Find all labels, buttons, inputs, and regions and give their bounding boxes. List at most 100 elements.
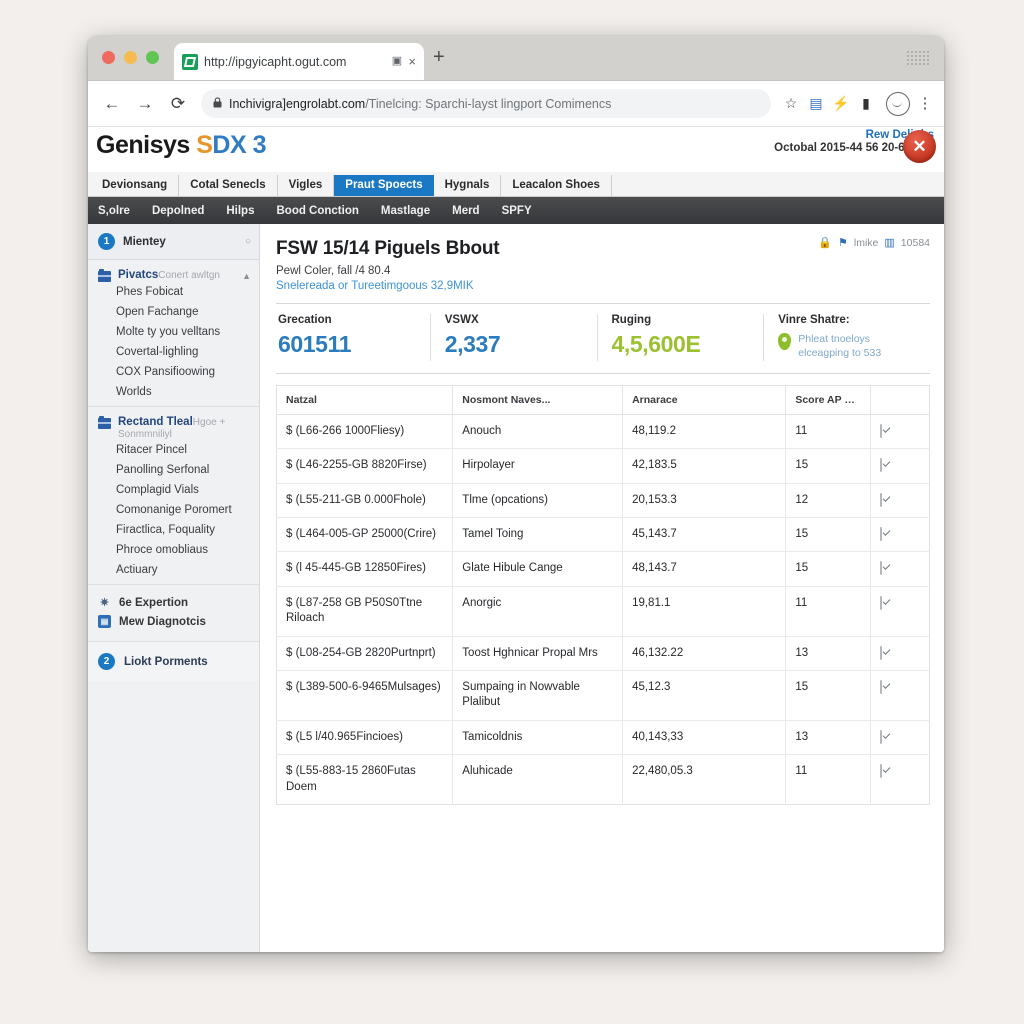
row-checkbox[interactable] [880, 645, 883, 660]
table-column-header[interactable]: Nosmont Naves... [452, 385, 624, 415]
subnav-item[interactable]: Merd [452, 205, 479, 217]
sidebar-item[interactable]: Ritacer Pincel [88, 440, 259, 460]
sidebar-group-header[interactable]: Rectand TlealHgoe + Sonmmniliyl [88, 416, 259, 440]
cell-checkbox[interactable] [870, 517, 930, 553]
sidebar-item[interactable]: Panolling Serfonal [88, 460, 259, 480]
primary-tab[interactable]: Leacalon Shoes [501, 175, 612, 196]
flash-icon[interactable]: ⚡ [830, 93, 852, 115]
table-row[interactable]: $ (l 45-445-GB 12850Fires) Glate Hibule C… [276, 551, 930, 587]
table-row[interactable]: $ (L389-500-6-9465Mulsages) Sumpaing in N… [276, 670, 930, 721]
table-column-header[interactable]: Arnarace [622, 385, 787, 415]
primary-tab[interactable]: Devionsang [91, 175, 180, 196]
browser-tab[interactable]: http://ipgyicapht.ogut.com ▣ × [174, 43, 424, 80]
briefcase-icon[interactable]: ▮ [855, 93, 877, 115]
cell-checkbox[interactable] [870, 720, 930, 756]
sidebar-item[interactable]: Comonanige Poromert [88, 500, 259, 520]
table-row[interactable]: $ (L46-2255-GB 8820Firse) Hirpolayer 42,18… [276, 448, 930, 484]
sidebar-item[interactable]: Molte ty you velltans [88, 322, 259, 342]
sidebar-item[interactable]: COX Pansifioowing [88, 362, 259, 382]
flag-icon[interactable]: ⚑ [838, 236, 848, 249]
subnav-item[interactable]: Mastlage [381, 205, 430, 217]
row-checkbox[interactable] [880, 729, 883, 744]
sidebar-item[interactable]: Phroce omobliaus [88, 540, 259, 560]
sidebar-item[interactable]: Phes Fobicat [88, 282, 259, 302]
cell-amount: 46,132.22 [622, 636, 787, 671]
reference-sub[interactable]: (Crire) [403, 528, 436, 540]
lock-icon[interactable]: 🔒 [818, 236, 832, 249]
cast-icon[interactable]: ▣ [390, 55, 403, 68]
row-checkbox[interactable] [880, 526, 883, 541]
sidebar-item[interactable]: Actiuary [88, 560, 259, 580]
primary-tab-active[interactable]: Praut Spoects [334, 175, 434, 196]
table-column-header[interactable] [870, 385, 930, 415]
row-checkbox[interactable] [880, 679, 883, 694]
cell-checkbox[interactable] [870, 551, 930, 587]
primary-tab[interactable]: Vigles [278, 175, 335, 196]
new-tab-button[interactable]: + [433, 47, 445, 67]
lock-icon [213, 96, 222, 111]
maximize-window-button[interactable] [146, 51, 159, 64]
sidebar-item[interactable]: Covertal-lighling [88, 342, 259, 362]
minimize-window-button[interactable] [124, 51, 137, 64]
profile-avatar[interactable] [886, 91, 910, 116]
app-logo[interactable]: Genisys SDX 3 [96, 131, 267, 160]
reload-button[interactable]: ⟳ [164, 90, 192, 118]
table-row[interactable]: $ (L55-211-GB 0.000Fhole) Tlme (opcations… [276, 483, 930, 518]
cell-checkbox[interactable] [870, 670, 930, 721]
sidebar-header[interactable]: 1 Mientey ○ [88, 224, 259, 260]
cell-checkbox[interactable] [870, 414, 930, 450]
address-bar[interactable]: Inchivigra]engrolabt.com/Tinelcing: Spar… [201, 89, 771, 118]
cell-checkbox[interactable] [871, 755, 930, 805]
calendar-icon[interactable]: ▥ [884, 236, 894, 249]
cell-checkbox[interactable] [870, 483, 930, 518]
subnav-item[interactable]: Hilps [226, 205, 254, 217]
cell-name: Hirpolayer [452, 448, 624, 484]
primary-tab[interactable]: Hygnals [434, 175, 502, 196]
table-row[interactable]: $ (L464-005-GP 25000(Crire) Tamel Toing 45… [276, 517, 930, 553]
sidebar-item[interactable]: Open Fachange [88, 302, 259, 322]
sidebar-group-header[interactable]: PivatcsConert awltgn ▲ [88, 269, 259, 282]
sidebar-item[interactable]: Complagid Vials [88, 480, 259, 500]
table-row[interactable]: $ (L66-266 1000Fliesy) Anouch 48,119.2 11 [276, 414, 930, 450]
browser-menu-button[interactable]: ⋮ [916, 96, 934, 111]
browser-window: http://ipgyicapht.ogut.com ▣ × + ← → ⟳ I… [88, 36, 944, 952]
chevron-up-icon[interactable]: ▲ [242, 271, 251, 281]
window-grip-icon[interactable] [906, 50, 930, 67]
sidebar-item-payments[interactable]: 2 Liokt Porments [88, 641, 259, 681]
reading-list-icon[interactable]: ▤ [805, 93, 827, 115]
cell-checkbox[interactable] [870, 586, 930, 637]
close-window-button[interactable] [102, 51, 115, 64]
sidebar-item[interactable]: Worlds [88, 382, 259, 402]
chevron-down-icon[interactable]: ○ [245, 236, 251, 247]
table-row[interactable]: $ (L87-258 GB P50S0Ttne Riloach Anorgic 19… [276, 586, 930, 637]
row-checkbox[interactable] [880, 492, 883, 507]
cell-score: 11 [785, 586, 872, 637]
subnav-item[interactable]: S,olre [98, 205, 130, 217]
close-icon[interactable]: × [408, 55, 416, 68]
primary-tab[interactable]: Cotal Senecls [179, 175, 278, 196]
app-body: 1 Mientey ○ PivatcsConert awltgn ▲ Phes Fo… [88, 224, 944, 952]
table-column-header[interactable]: Natzal [276, 385, 454, 415]
back-button[interactable]: ← [98, 90, 126, 118]
row-checkbox[interactable] [880, 595, 883, 610]
row-checkbox[interactable] [880, 764, 883, 779]
row-checkbox[interactable] [880, 458, 883, 473]
cell-checkbox[interactable] [870, 636, 930, 671]
page-sublink[interactable]: Snelereada or Tureetimgoous 32,9MIK [276, 280, 930, 292]
star-icon[interactable]: ☆ [780, 93, 802, 115]
row-checkbox[interactable] [880, 423, 883, 438]
table-row[interactable]: $ (L55-883-15 2860Futas Doem Aluhicade 22,… [276, 754, 930, 805]
sidebar-mini-item[interactable]: ▤ Mew Diagnotcis [88, 612, 259, 631]
table-row[interactable]: $ (L08-254-GB 2820Purtnprt) Toost Hghnica… [276, 636, 930, 671]
subnav-item[interactable]: Depolned [152, 205, 204, 217]
subnav-item[interactable]: SPFY [502, 205, 532, 217]
cell-checkbox[interactable] [870, 448, 930, 484]
row-checkbox[interactable] [880, 561, 883, 576]
close-session-button[interactable]: ✕ [903, 130, 936, 163]
table-column-header[interactable]: Score AP Drate... [785, 385, 872, 415]
sidebar-item[interactable]: Firactlica, Foquality [88, 520, 259, 540]
table-row[interactable]: $ (L5 l/40.965Fincioes) Tamicoldnis 40,143… [276, 720, 930, 756]
sidebar-mini-item[interactable]: ✷ 6e Expertion [88, 593, 259, 612]
subnav-item[interactable]: Bood Conction [276, 205, 358, 217]
forward-button[interactable]: → [131, 90, 159, 118]
